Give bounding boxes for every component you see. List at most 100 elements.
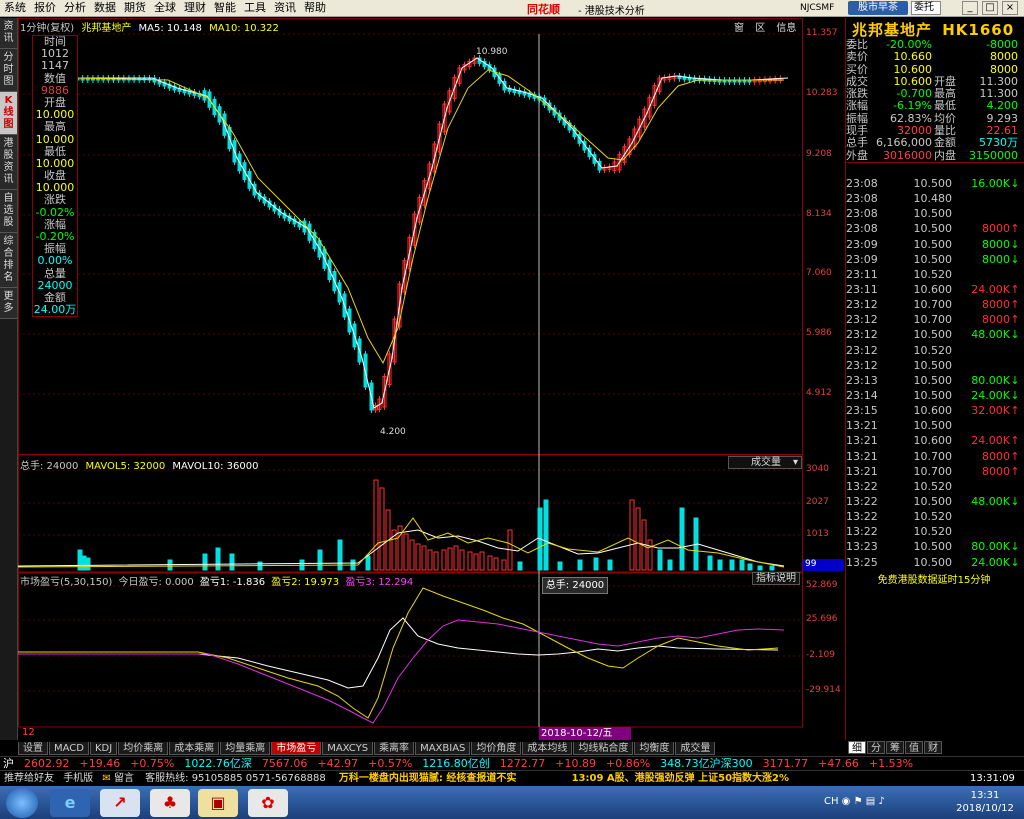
region-button[interactable]: 区 [755,23,765,34]
trade-row[interactable]: 23:08 10.500 [846,206,1022,221]
trade-arrow: ↓ [1010,252,1020,266]
menu-item[interactable]: 期货 [120,0,150,16]
trade-row[interactable]: 23:11 10.600 24.00K↑ [846,282,1022,297]
menu-item[interactable]: 帮助 [300,0,330,16]
trade-time: 23:12 [846,343,878,357]
right-tab[interactable]: 财 [924,741,942,754]
trade-price: 10.500 [913,222,953,236]
menu-item[interactable]: 智能 [210,0,240,16]
pnl3-label: 盈亏3: 12.294 [345,577,414,588]
indicator-tab[interactable]: 均衡度 [634,742,675,755]
trade-row[interactable]: 13:22 10.520 [846,479,1022,494]
right-tab[interactable]: 值 [905,741,923,754]
minimize-button[interactable]: _ [962,1,978,15]
indicator-tab[interactable]: 均价角度 [471,742,522,755]
menu-item[interactable]: 分析 [60,0,90,16]
quote-value-2: 8000 [990,50,1018,64]
indicator-tab[interactable]: MAXBIAS [415,742,471,755]
volume-dropdown[interactable]: 成交量 ▾ [728,456,802,469]
left-tab[interactable]: 港股资讯 [0,135,17,190]
volume-bar [593,557,599,571]
indicator-tab[interactable]: 成本均线 [522,742,573,755]
indicator-tab[interactable]: MACD [49,742,89,755]
indicator-tab[interactable]: 均线粘合度 [573,742,634,755]
trade-list[interactable]: 23:08 10.500 16.00K↓ 23:08 10.480 23:08 10.500… [846,176,1022,570]
recommend-link[interactable]: 推荐给好友 [4,773,54,784]
menu-item[interactable]: 全球 [150,0,180,16]
trade-row[interactable]: 23:14 10.500 24.00K↓ [846,388,1022,403]
trade-row[interactable]: 23:08 10.500 16.00K↓ [846,176,1022,191]
indicator-tab[interactable]: 成交量 [675,742,716,755]
indicator-tab[interactable]: MAXCYS [322,742,374,755]
news-headline-2[interactable]: 13:09 A股、港股强劲反弹 上证50指数大涨2% [572,773,789,784]
trade-row[interactable]: 23:13 10.500 80.00K↓ [846,373,1022,388]
left-tab[interactable]: 综合排名 [0,233,17,288]
start-button[interactable] [6,788,38,818]
morning-tea-button[interactable]: 股市早茶 [848,1,908,15]
indicator-tab[interactable]: 设置 [18,742,48,755]
app-icon-4[interactable]: ✿ [248,789,288,817]
left-tab[interactable]: 资讯 [0,18,17,49]
trade-row[interactable]: 13:21 10.600 24.00K↑ [846,433,1022,448]
trade-row[interactable]: 13:21 10.700 8000↑ [846,449,1022,464]
maximize-button[interactable]: □ [982,1,998,15]
volume-header: 总手: 24000 MAVOL5: 32000 MAVOL10: 36000 [20,457,258,472]
indicator-help-button[interactable]: 指标说明 [752,572,800,585]
menu-item[interactable]: 理财 [180,0,210,16]
trade-row[interactable]: 13:25 10.500 24.00K↓ [846,555,1022,570]
ie-icon[interactable]: e [50,789,90,817]
right-tab[interactable]: 细 [848,741,866,754]
indicator-tab[interactable]: 成本乘离 [169,742,220,755]
trade-price: 10.600 [913,434,953,448]
trade-row[interactable]: 23:08 10.480 [846,191,1022,206]
window-button[interactable]: 窗 [734,23,744,34]
info-button[interactable]: 信息 [776,23,796,34]
trade-row[interactable]: 23:12 10.500 [846,358,1022,373]
info-value: 涨跌 [44,193,66,207]
trade-row[interactable]: 23:15 10.600 32.00K↑ [846,403,1022,418]
right-tab[interactable]: 筹 [886,741,904,754]
indicator-tab[interactable]: KDJ [89,742,118,755]
menu-item[interactable]: 报价 [30,0,60,16]
trade-row[interactable]: 23:12 10.500 48.00K↓ [846,327,1022,342]
trade-row[interactable]: 23:09 10.500 8000↓ [846,237,1022,252]
trade-row[interactable]: 13:22 10.520 [846,524,1022,539]
trade-row[interactable]: 23:12 10.700 8000↑ [846,312,1022,327]
trade-row[interactable]: 23:09 10.500 8000↓ [846,252,1022,267]
menu-item[interactable]: 工具 [240,0,270,16]
trade-price: 10.500 [913,555,953,569]
trade-row[interactable]: 23:08 10.500 8000↑ [846,221,1022,236]
message-link[interactable]: 留言 [114,773,134,784]
indicator-tab[interactable]: 均价乘离 [118,742,169,755]
menu-item[interactable]: 资讯 [270,0,300,16]
left-tab[interactable]: 分时图 [0,49,17,92]
trade-price: 10.520 [913,267,953,281]
trade-button[interactable]: 委托 [911,1,941,15]
trade-row[interactable]: 13:22 10.520 [846,509,1022,524]
left-tab[interactable]: 自选股 [0,190,17,233]
app-icon-3[interactable]: ▣ [198,789,238,817]
indicator-tab[interactable]: 市场盈亏 [271,742,322,755]
news-headline-1[interactable]: 万科一楼盘内出现猫腻: 经核查报道不实 [339,773,516,784]
trade-row[interactable]: 13:21 10.500 [846,418,1022,433]
chart-area[interactable] [18,18,844,740]
ticker-item: 1022.76亿深 [184,757,252,770]
menu-item[interactable]: 数据 [90,0,120,16]
trade-row[interactable]: 23:12 10.700 8000↑ [846,297,1022,312]
mobile-link[interactable]: 手机版 [63,773,93,784]
indicator-tab[interactable]: 均量乘离 [220,742,271,755]
trade-row[interactable]: 13:22 10.500 48.00K↓ [846,494,1022,509]
close-button[interactable]: × [1002,1,1018,15]
left-tab[interactable]: K线图 [0,92,17,135]
trade-row[interactable]: 13:21 10.700 8000↑ [846,464,1022,479]
stock-app-icon[interactable]: ↗ [100,789,140,817]
right-tab[interactable]: 分 [867,741,885,754]
trade-row[interactable]: 23:11 10.520 [846,267,1022,282]
left-tab[interactable]: 更多 [0,288,17,319]
app-icon-2[interactable]: ♣ [150,789,190,817]
hotline-text: 客服热线: 95105885 0571-56768888 [145,773,326,784]
trade-row[interactable]: 13:23 10.500 80.00K↓ [846,539,1022,554]
trade-row[interactable]: 23:12 10.520 [846,343,1022,358]
indicator-tab[interactable]: 乘离率 [374,742,415,755]
menu-item[interactable]: 系统 [0,0,30,16]
